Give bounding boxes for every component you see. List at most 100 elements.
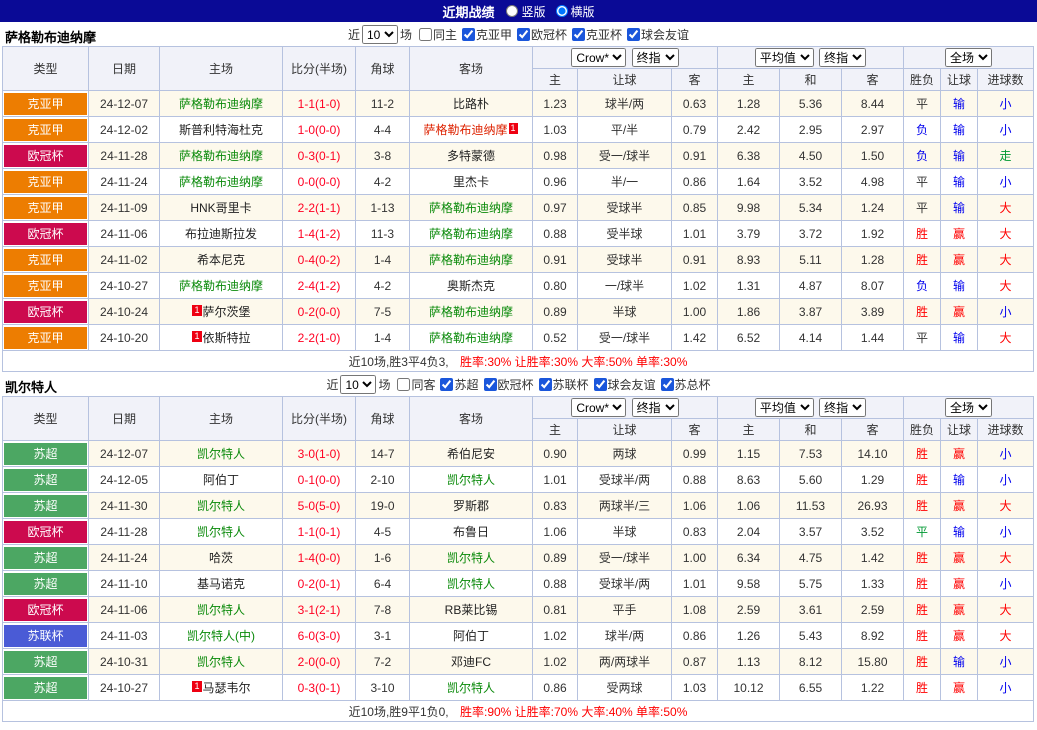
scope-select[interactable]: 全场: [945, 48, 992, 67]
team-name-link[interactable]: 阿伯丁: [453, 629, 489, 643]
scope-select[interactable]: 全场: [945, 398, 992, 417]
team-name-link[interactable]: 凯尔特人: [197, 655, 245, 669]
team-name-link[interactable]: 依斯特拉: [203, 331, 251, 345]
filter-checkbox-欧冠杯[interactable]: 欧冠杯: [479, 376, 534, 393]
match-row: 克亚甲24-10-27萨格勒布迪纳摩2-4(1-2)4-2奥斯杰克0.80一/球…: [3, 273, 1034, 299]
filter-checkbox-苏总杯[interactable]: 苏总杯: [656, 376, 711, 393]
team-name-link[interactable]: 凯尔特人: [197, 525, 245, 539]
checkbox-input[interactable]: [419, 28, 432, 41]
team-name-link[interactable]: 斯普利特海杜克: [179, 123, 263, 137]
filter-checkbox-苏超[interactable]: 苏超: [435, 376, 478, 393]
avg-company-select[interactable]: 平均值: [755, 398, 814, 417]
team-name-link[interactable]: 凯尔特人: [197, 499, 245, 513]
home-team-cell: 1马瑟韦尔: [160, 675, 283, 701]
checkbox-input[interactable]: [594, 378, 607, 391]
checkbox-input[interactable]: [397, 378, 410, 391]
home-team-cell: 1依斯特拉: [160, 325, 283, 351]
team-name-link[interactable]: 多特蒙德: [447, 149, 495, 163]
team-name-link[interactable]: 萨格勒布迪纳摩: [179, 279, 263, 293]
team-name-link[interactable]: 马瑟韦尔: [203, 681, 251, 695]
team-name-link[interactable]: 布拉迪斯拉发: [185, 227, 257, 241]
checkbox-input[interactable]: [517, 28, 530, 41]
home-team-cell: 1萨尔茨堡: [160, 299, 283, 325]
team-name-link[interactable]: 凯尔特人: [447, 473, 495, 487]
layout-radio-竖版[interactable]: 竖版: [506, 3, 545, 20]
avg-group-header: 平均值 终指: [718, 47, 904, 69]
checkbox-input[interactable]: [462, 28, 475, 41]
avg-draw-cell: 5.34: [780, 195, 842, 221]
avg-draw-cell: 6.55: [780, 675, 842, 701]
team-name-link[interactable]: 凯尔特人: [197, 447, 245, 461]
odds-handicap-cell: 受半球: [578, 221, 672, 247]
checkbox-input[interactable]: [484, 378, 497, 391]
checkbox-input[interactable]: [539, 378, 552, 391]
team-name-link[interactable]: 萨格勒布迪纳摩: [429, 227, 513, 241]
team-name-link[interactable]: 凯尔特人: [447, 681, 495, 695]
league-type-badge: 苏超: [4, 495, 87, 517]
team-name-link[interactable]: HNK哥里卡: [190, 201, 251, 215]
odds-company-select[interactable]: Crow*: [571, 48, 626, 67]
filter-checkbox-克亚甲[interactable]: 克亚甲: [457, 26, 512, 43]
goals-result-cell: 大: [978, 545, 1034, 571]
red-card-badge: 1: [192, 681, 201, 692]
odds-company-select[interactable]: Crow*: [571, 398, 626, 417]
team-name-link[interactable]: 比路朴: [453, 97, 489, 111]
team-name-link[interactable]: 萨格勒布迪纳摩: [429, 201, 513, 215]
team-name-link[interactable]: 萨格勒布迪纳摩: [423, 123, 507, 137]
col-result: 胜负: [904, 69, 941, 91]
score-cell: 2-4(1-2): [283, 273, 356, 299]
team-name-link[interactable]: 萨格勒布迪纳摩: [179, 175, 263, 189]
team-name-link[interactable]: 罗斯郡: [453, 499, 489, 513]
checkbox-input[interactable]: [572, 28, 585, 41]
corner-cell: 4-2: [356, 273, 410, 299]
team-name-link[interactable]: 凯尔特人: [197, 603, 245, 617]
team-name-link[interactable]: 萨格勒布迪纳摩: [429, 331, 513, 345]
team-name-link[interactable]: 萨尔茨堡: [203, 305, 251, 319]
avg-away-cell: 1.22: [842, 675, 904, 701]
team-name-link[interactable]: 萨格勒布迪纳摩: [429, 305, 513, 319]
layout-radio-横版[interactable]: 横版: [556, 3, 595, 20]
team-name-link[interactable]: 邓迪FC: [451, 655, 491, 669]
team-name-link[interactable]: 萨格勒布迪纳摩: [179, 149, 263, 163]
filter-checkbox-球会友谊[interactable]: 球会友谊: [622, 26, 689, 43]
team-name-link[interactable]: 萨格勒布迪纳摩: [179, 97, 263, 111]
layout-radio-input[interactable]: [556, 5, 568, 17]
avg-home-cell: 9.98: [718, 195, 780, 221]
team-name-link[interactable]: 希伯尼安: [447, 447, 495, 461]
corner-cell: 4-5: [356, 519, 410, 545]
team-name-link[interactable]: 基马诺克: [197, 577, 245, 591]
filter-checkbox-欧冠杯[interactable]: 欧冠杯: [512, 26, 567, 43]
avg-away-cell: 15.80: [842, 649, 904, 675]
checkbox-input[interactable]: [627, 28, 640, 41]
team-name-link[interactable]: 阿伯丁: [203, 473, 239, 487]
avg-home-cell: 8.93: [718, 247, 780, 273]
team-name-link[interactable]: RB莱比锡: [445, 603, 498, 617]
team-name-link[interactable]: 里杰卡: [453, 175, 489, 189]
team-name-link[interactable]: 哈茨: [209, 551, 233, 565]
filter-checkbox-球会友谊[interactable]: 球会友谊: [589, 376, 656, 393]
filter-checkbox-同客[interactable]: 同客: [392, 376, 435, 393]
layout-radio-input[interactable]: [506, 5, 518, 17]
team-name-link[interactable]: 布鲁日: [453, 525, 489, 539]
layout-radio-label: 横版: [571, 3, 595, 20]
avg-period-select[interactable]: 终指: [819, 48, 866, 67]
match-count-select[interactable]: 10: [340, 375, 376, 394]
league-type-cell: 克亚甲: [3, 273, 89, 299]
team-name-link[interactable]: 凯尔特人(中): [187, 629, 255, 643]
checkbox-input[interactable]: [661, 378, 674, 391]
match-count-select[interactable]: 10: [362, 25, 398, 44]
odds-period-select[interactable]: 终指: [632, 398, 679, 417]
checkbox-input[interactable]: [440, 378, 453, 391]
corner-cell: 1-6: [356, 545, 410, 571]
filter-checkbox-克亚杯[interactable]: 克亚杯: [567, 26, 622, 43]
filter-checkbox-苏联杯[interactable]: 苏联杯: [534, 376, 589, 393]
team-name-link[interactable]: 凯尔特人: [447, 577, 495, 591]
filter-checkbox-同主[interactable]: 同主: [414, 26, 457, 43]
avg-company-select[interactable]: 平均值: [755, 48, 814, 67]
team-name-link[interactable]: 奥斯杰克: [447, 279, 495, 293]
team-name-link[interactable]: 萨格勒布迪纳摩: [429, 253, 513, 267]
avg-period-select[interactable]: 终指: [819, 398, 866, 417]
team-name-link[interactable]: 凯尔特人: [447, 551, 495, 565]
team-name-link[interactable]: 希本尼克: [197, 253, 245, 267]
odds-period-select[interactable]: 终指: [632, 48, 679, 67]
